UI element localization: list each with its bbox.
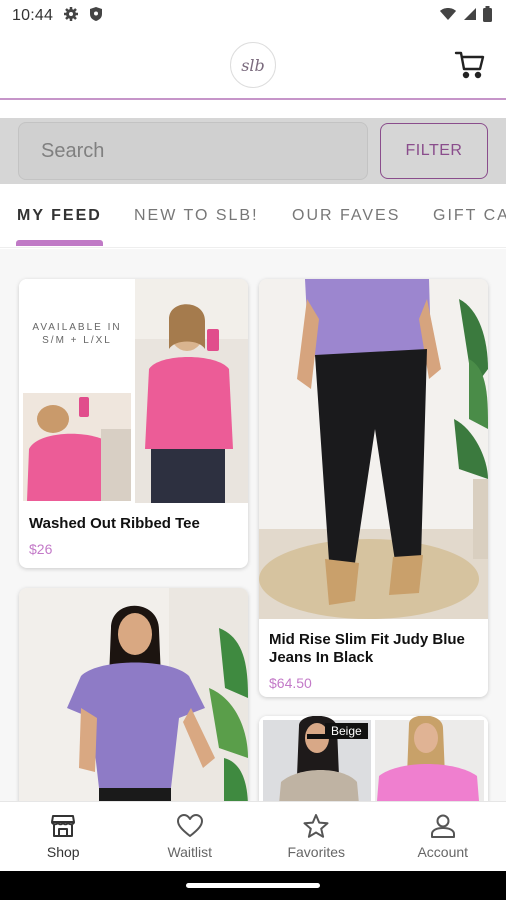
product-image <box>259 279 488 619</box>
product-card[interactable] <box>19 588 248 801</box>
cart-icon <box>454 51 485 79</box>
tab-my-feed[interactable]: MY FEED <box>17 207 102 225</box>
product-image <box>19 588 248 801</box>
product-image: Beige <box>259 716 488 801</box>
nav-account[interactable]: Account <box>380 802 506 871</box>
status-time: 10:44 <box>12 7 54 24</box>
logo-text: slb <box>241 55 265 75</box>
brand-logo[interactable]: slb <box>230 42 276 88</box>
search-input[interactable]: Search <box>18 122 368 180</box>
nav-account-label: Account <box>417 843 469 860</box>
shield-icon <box>89 6 103 27</box>
cart-button[interactable] <box>454 48 486 80</box>
category-tabs: MY FEED NEW TO SLB! OUR FAVES GIFT CA <box>0 190 506 248</box>
product-image: AVAILABLE IN S/M + L/XL <box>19 279 248 503</box>
nav-waitlist-label: Waitlist <box>167 843 213 860</box>
battery-icon <box>483 5 492 27</box>
home-gesture-handle[interactable] <box>186 883 320 888</box>
image-caption: AVAILABLE IN S/M + L/XL <box>32 322 122 346</box>
color-badge: Beige <box>325 723 368 739</box>
search-bar: Search FILTER <box>0 118 506 184</box>
nav-waitlist[interactable]: Waitlist <box>127 802 254 871</box>
signal-icon <box>463 7 477 26</box>
bottom-navigation: Shop Waitlist Favorites Account <box>0 801 506 871</box>
filter-button[interactable]: FILTER <box>380 123 488 179</box>
shop-icon <box>51 814 76 837</box>
wifi-icon <box>439 7 457 26</box>
filter-label: FILTER <box>405 142 463 159</box>
search-placeholder: Search <box>41 139 105 162</box>
gear-icon <box>63 6 79 27</box>
product-price: $64.50 <box>269 675 312 691</box>
active-tab-indicator <box>16 240 103 246</box>
tab-our-faves[interactable]: OUR FAVES <box>292 207 400 225</box>
tab-new-to-slb[interactable]: NEW TO SLB! <box>134 207 259 225</box>
product-name: Washed Out Ribbed Tee <box>29 515 200 532</box>
nav-shop-label: Shop <box>46 843 80 860</box>
product-name: Mid Rise Slim Fit Judy Blue Jeans In Bla… <box>269 631 465 666</box>
status-bar: 10:44 <box>0 0 506 32</box>
product-card[interactable]: AVAILABLE IN S/M + L/XL Washed Out Ribbe… <box>19 279 248 568</box>
app-header: slb <box>0 32 506 100</box>
tab-gift-cards[interactable]: GIFT CA <box>433 207 506 225</box>
heart-icon <box>176 813 203 837</box>
product-card[interactable]: Mid Rise Slim Fit Judy Blue Jeans In Bla… <box>259 279 488 697</box>
account-icon <box>430 814 455 838</box>
product-feed: AVAILABLE IN S/M + L/XL Washed Out Ribbe… <box>0 249 506 801</box>
nav-favorites-label: Favorites <box>287 843 346 860</box>
product-card[interactable]: Beige <box>259 716 488 801</box>
nav-shop[interactable]: Shop <box>0 802 127 871</box>
product-price: $26 <box>29 541 53 557</box>
nav-favorites[interactable]: Favorites <box>253 802 380 871</box>
star-icon <box>303 813 329 838</box>
